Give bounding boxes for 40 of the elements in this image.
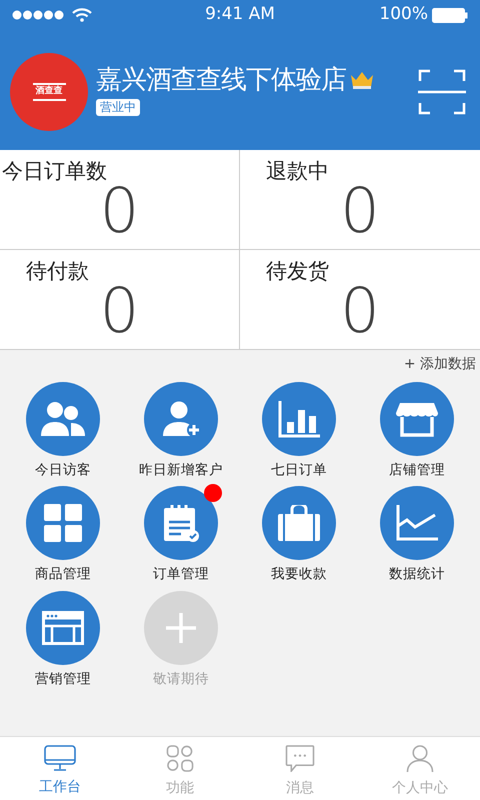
feature-label[interactable]: 今日访客 [35,460,91,480]
browser-window-icon [42,610,84,644]
stat-value: 0 [100,280,140,342]
feature-label[interactable]: 数据统计 [389,564,445,584]
store-logo: 酒查查 [10,53,88,131]
bar-chart-icon [277,400,321,438]
stat-value: 0 [340,280,380,342]
line-chart-icon [395,504,439,542]
signal-icon [12,10,64,20]
notepad-icon [161,503,201,544]
scan-icon[interactable] [418,69,466,115]
crown-icon [350,71,374,89]
feature-label[interactable]: 订单管理 [153,564,209,584]
stat-label: 待付款 [26,258,89,285]
people-icon [40,400,86,438]
chat-bubble-icon [285,745,315,772]
battery-percent: 100% [379,3,428,26]
stat-value: 0 [340,180,380,242]
stat-label: 待发货 [266,258,329,285]
store-name: 嘉兴酒查查线下体验店 [96,66,346,94]
person-icon [406,745,434,772]
feature-label[interactable]: 店铺管理 [389,460,445,480]
stat-label: 退款中 [266,158,329,185]
tab-button[interactable]: 工作台 [0,737,120,800]
wifi-icon [72,8,92,22]
status-time: 9:41 AM [205,3,275,26]
grid-icon [44,504,82,542]
feature-label[interactable]: 七日订单 [271,460,327,480]
feature-label[interactable]: 营销管理 [35,668,91,689]
four-circles-icon [166,745,194,772]
status-tag: 营业中 [96,99,140,116]
monitor-icon [44,745,76,771]
add-data-link[interactable]: + 添加数据 [404,354,476,374]
briefcase-icon [277,505,321,542]
shop-icon [395,401,439,437]
feature-label[interactable]: 我要收款 [271,564,327,584]
plus-icon [165,612,197,644]
battery-icon [432,8,468,22]
feature-label[interactable]: 昨日新增客户 [139,460,223,480]
feature-label[interactable]: 商品管理 [35,564,91,584]
